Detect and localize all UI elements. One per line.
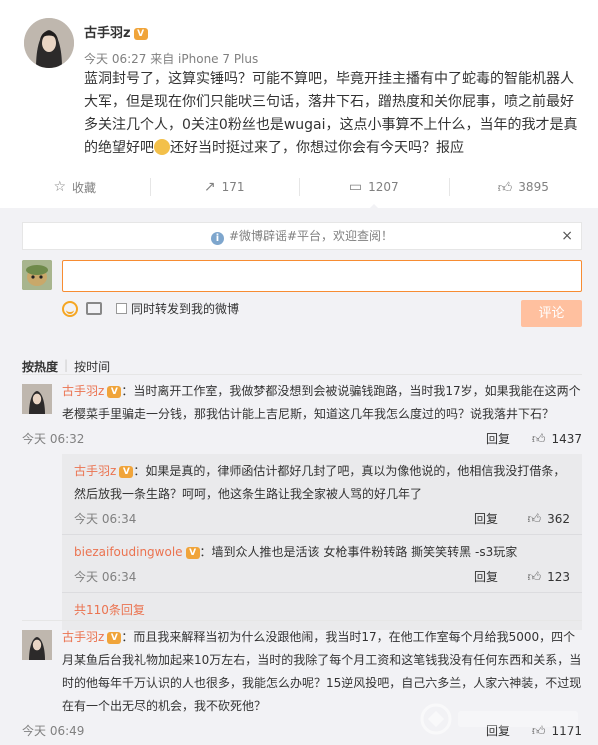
- repost-label: 同时转发到我的微博: [131, 302, 240, 316]
- comment-item: 古手羽z V ：当时离开工作室，我做梦都没想到会被说骗钱跑路，当时我17岁，如果我能…: [22, 380, 582, 450]
- info-icon: i: [210, 232, 224, 245]
- like-icon: 👍︎: [527, 570, 542, 585]
- my-avatar[interactable]: [22, 260, 52, 290]
- sub-comment-username[interactable]: 古手羽z: [74, 464, 116, 478]
- sub-comment-time: 今天 06:34: [74, 512, 137, 526]
- composer-tools: 同时转发到我的微博: [62, 300, 239, 317]
- emoji-icon[interactable]: [62, 300, 78, 317]
- verified-badge-icon: V: [185, 547, 200, 559]
- rumor-notice: i #微博辟谣#平台，欢迎查阅！ ×: [22, 222, 582, 250]
- post-meta: 今天 06:27 来自 iPhone 7 Plus: [84, 50, 258, 67]
- sub-comment-like-button[interactable]: 👍︎ 362: [528, 508, 571, 531]
- post-actions: ☆ 收藏 ↗ 171 ▭ 1207 👍︎ 3895: [0, 172, 598, 210]
- sort-separator: |: [64, 358, 69, 372]
- like-icon: 👍︎: [527, 512, 542, 527]
- verified-badge-icon: V: [133, 28, 148, 40]
- sub-comment-item: 古手羽z V ：如果是真的，律师函估计都好几封了吧，真以为像他说的，他相信我没打借条…: [62, 454, 582, 534]
- sort-tabs: 按热度 | 按时间: [22, 358, 110, 375]
- sweat-emoji-icon: [154, 139, 170, 155]
- like-icon: 👍︎: [497, 179, 513, 196]
- comment-button[interactable]: ▭ 1207: [299, 172, 449, 210]
- verified-badge-icon: V: [107, 386, 122, 398]
- sub-comment-text: ：如果是真的，律师函估计都好几封了吧，真以为像他说的，他相信我没打借条，然后放我…: [74, 464, 566, 501]
- sub-comment-like-button[interactable]: 👍︎ 123: [528, 566, 571, 589]
- sub-comment-time: 今天 06:34: [74, 570, 137, 584]
- post-time[interactable]: 今天 06:27: [84, 52, 146, 66]
- comment-area: i #微博辟谣#平台，欢迎查阅！ × 同时转发到我的微博 评论 按热度 | 按时间: [0, 208, 598, 745]
- sub-comment-username[interactable]: biezaifoudingwole: [74, 545, 183, 559]
- comment-avatar[interactable]: [22, 630, 52, 660]
- verified-badge-icon: V: [107, 632, 122, 644]
- comment-text: ：当时离开工作室，我做梦都没想到会被说骗钱跑路，当时我17岁，如果我能在这两个老…: [62, 384, 581, 421]
- comment-input[interactable]: [62, 260, 582, 292]
- share-icon: ↗: [203, 179, 216, 195]
- favorite-button[interactable]: ☆ 收藏: [0, 172, 150, 202]
- comment-username[interactable]: 古手羽z: [62, 630, 104, 644]
- comment-time: 今天 06:32: [22, 432, 85, 446]
- watermark-logo-icon: [420, 703, 578, 735]
- post-text: 蓝洞封号了，这算实锤吗？可能不算吧，毕竟开挂主播有中了蛇毒的智能机器人大军，但是…: [84, 71, 578, 156]
- close-icon[interactable]: ×: [561, 223, 573, 249]
- divider: [22, 374, 582, 375]
- sort-by-hot[interactable]: 按热度: [22, 358, 58, 375]
- submit-comment-button[interactable]: 评论: [521, 300, 582, 327]
- comment-username[interactable]: 古手羽z: [62, 384, 104, 398]
- divider: [22, 620, 582, 621]
- reply-button[interactable]: 回复: [474, 508, 498, 531]
- sub-comment-list: 古手羽z V ：如果是真的，律师函估计都好几封了吧，真以为像他说的，他相信我没打借条…: [62, 454, 582, 630]
- author-name[interactable]: 古手羽z V: [84, 22, 148, 41]
- notice-link[interactable]: #微博辟谣#平台，欢迎查阅！: [229, 229, 393, 243]
- post-source: 来自 iPhone 7 Plus: [150, 52, 259, 66]
- star-icon: ☆: [53, 179, 67, 195]
- sort-by-time[interactable]: 按时间: [74, 358, 110, 375]
- reply-button[interactable]: 回复: [474, 566, 498, 589]
- comment-time: 今天 06:49: [22, 724, 85, 738]
- author-avatar[interactable]: [24, 18, 74, 68]
- comment-like-button[interactable]: 👍︎ 1437: [532, 428, 582, 451]
- more-replies-link[interactable]: 共110条回复: [62, 592, 582, 630]
- repost-checkbox[interactable]: [116, 303, 127, 314]
- sub-comment-text: ：墙到众人推也是活该 女枪事件粉转路 撕笑笑转黑 -s3玩家: [199, 545, 518, 559]
- like-icon: 👍︎: [531, 432, 546, 447]
- like-button[interactable]: 👍︎ 3895: [448, 172, 598, 202]
- comment-avatar[interactable]: [22, 384, 52, 414]
- sub-comment-item: biezaifoudingwole V ：墙到众人推也是活该 女枪事件粉转路 撕笑笑…: [62, 534, 582, 592]
- reply-button[interactable]: 回复: [486, 428, 510, 451]
- repost-button[interactable]: ↗ 171: [149, 172, 300, 202]
- comment-icon: ▭: [348, 179, 363, 195]
- verified-badge-icon: V: [119, 466, 134, 478]
- image-icon[interactable]: [86, 302, 102, 315]
